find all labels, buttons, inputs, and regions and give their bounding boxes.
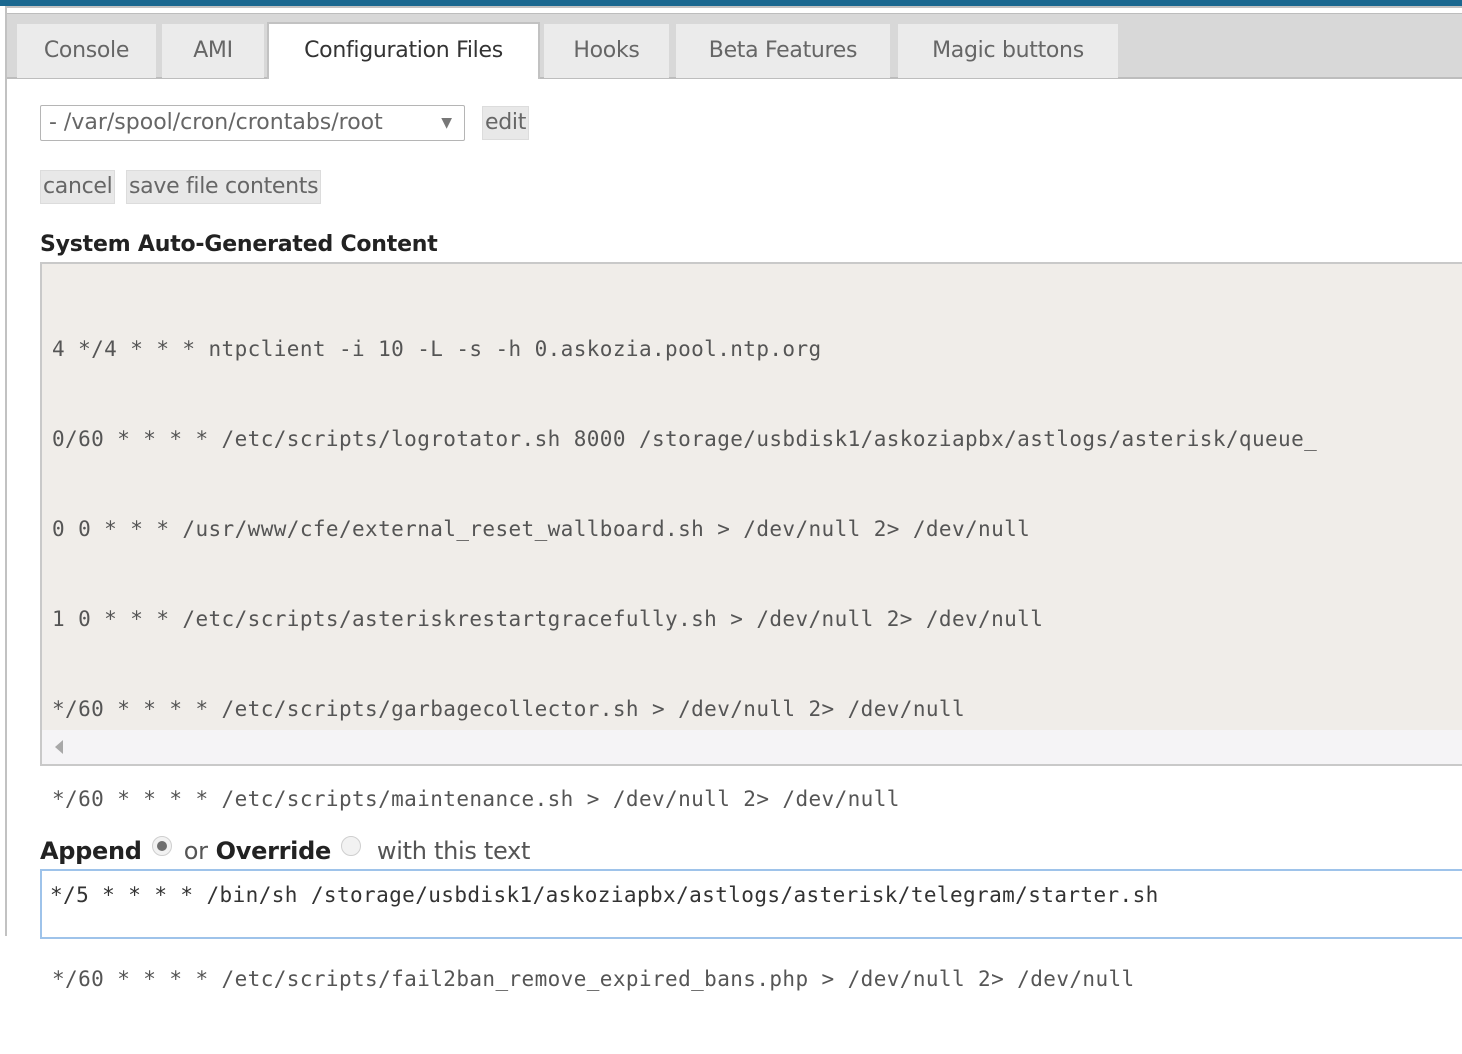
tab-configuration-files[interactable]: Configuration Files <box>267 22 540 79</box>
tab-beta-features[interactable]: Beta Features <box>676 24 890 78</box>
tab-ami[interactable]: AMI <box>162 24 264 78</box>
override-radio[interactable] <box>340 836 361 856</box>
chevron-down-icon: ▼ <box>441 115 452 131</box>
cron-line: 1 0 * * * /etc/scripts/asteriskrestartgr… <box>52 607 1044 631</box>
with-this-text-label: with this text <box>376 837 531 865</box>
save-file-contents-button[interactable]: save file contents <box>126 170 322 204</box>
append-label: Append <box>40 837 142 865</box>
scroll-left-arrow-icon[interactable] <box>55 740 63 754</box>
system-content-heading: System Auto-Generated Content <box>40 232 438 257</box>
config-file-select[interactable]: - /var/spool/cron/crontabs/root ▼ <box>40 105 465 141</box>
system-content-box: 4 */4 * * * ntpclient -i 10 -L -s -h 0.a… <box>40 262 1462 991</box>
cron-line: */60 * * * * /etc/scripts/maintenance.sh… <box>52 787 900 811</box>
cron-line: 0/60 * * * * /etc/scripts/logrotator.sh … <box>52 427 1318 451</box>
horizontal-scrollbar[interactable] <box>42 730 1462 764</box>
append-radio[interactable] <box>151 836 172 856</box>
custom-content-textarea[interactable]: */5 * * * * /bin/sh /storage/usbdisk1/as… <box>40 869 1462 939</box>
tab-magic-buttons[interactable]: Magic buttons <box>898 24 1118 78</box>
override-label: Override <box>215 837 332 865</box>
cron-line: 4 */4 * * * ntpclient -i 10 -L -s -h 0.a… <box>52 337 822 361</box>
config-file-select-value: - /var/spool/cron/crontabs/root <box>49 110 383 135</box>
cron-line: */60 * * * * /etc/scripts/fail2ban_remov… <box>52 967 1135 991</box>
edit-button[interactable]: edit <box>482 106 530 140</box>
cron-line: 0 0 * * * /usr/www/cfe/external_reset_wa… <box>52 517 1031 541</box>
cancel-button[interactable]: cancel <box>40 170 116 204</box>
tab-hooks[interactable]: Hooks <box>544 24 669 78</box>
cron-line: */60 * * * * /etc/scripts/garbagecollect… <box>52 697 966 721</box>
or-text: or <box>183 837 208 865</box>
tab-console[interactable]: Console <box>17 24 156 78</box>
append-override-row: Append or Override with this text <box>40 836 530 866</box>
